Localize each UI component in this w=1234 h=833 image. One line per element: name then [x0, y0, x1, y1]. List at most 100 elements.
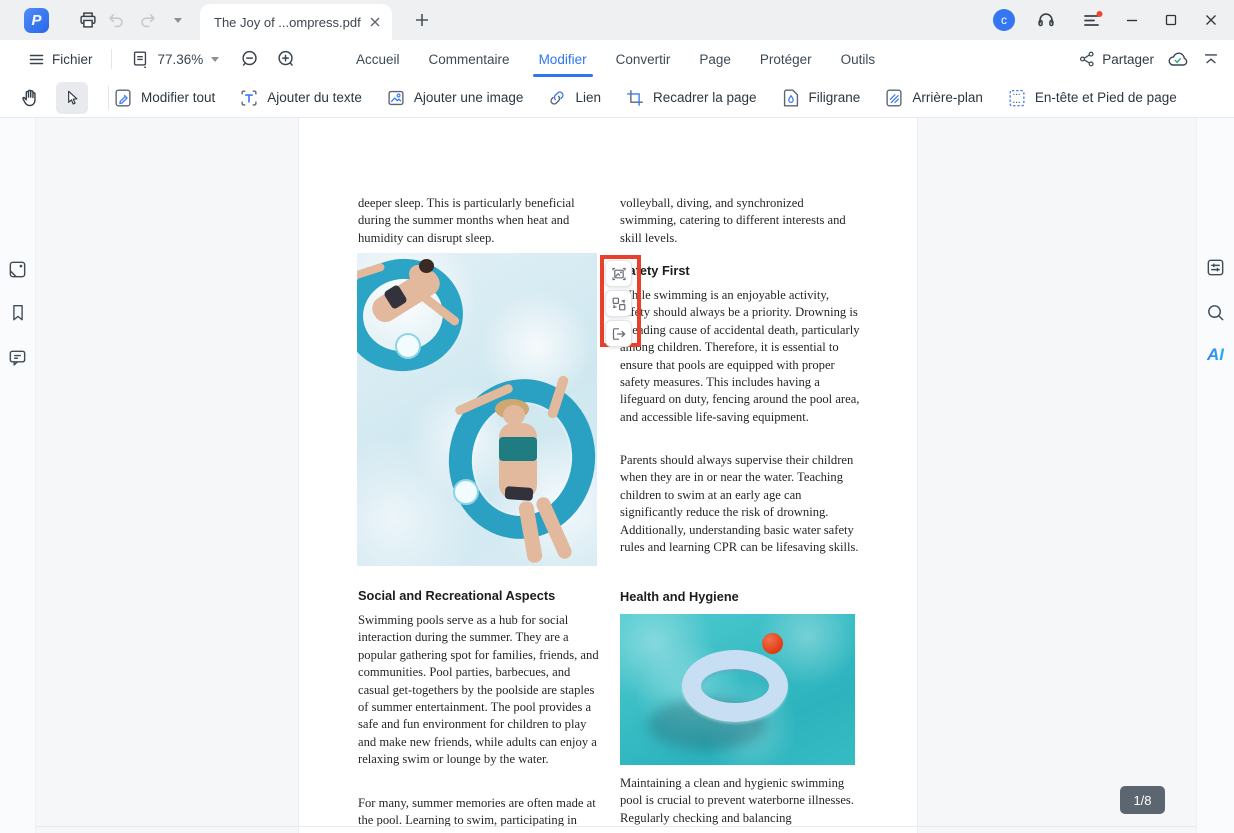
extract-image-button[interactable]: [605, 320, 632, 347]
menu-page[interactable]: Page: [699, 52, 731, 67]
paragraph: Maintaining a clean and hygienic swimmin…: [620, 775, 860, 827]
ai-panel-button[interactable]: AI: [1205, 344, 1227, 366]
edit-all-label: Modifier tout: [141, 90, 215, 105]
chevron-down-icon: [174, 18, 182, 23]
paragraph: Swimming pools serve as a hub for social…: [358, 612, 602, 769]
main-menu-button[interactable]: [1080, 8, 1104, 32]
divider: [111, 49, 112, 69]
link-label: Lien: [575, 90, 601, 105]
paragraph: For many, summer memories are often made…: [358, 795, 602, 830]
comments-panel-button[interactable]: [7, 346, 29, 368]
search-panel-button[interactable]: [1205, 301, 1227, 323]
edit-all-icon: [112, 87, 134, 109]
add-text-label: Ajouter du texte: [267, 90, 362, 105]
doc-heading: Social and Recreational Aspects: [358, 588, 555, 603]
collapse-icon: [1202, 50, 1220, 68]
page-fit-button[interactable]: [130, 49, 150, 69]
hamburger-icon: [28, 51, 45, 68]
add-image-icon: [385, 87, 407, 109]
share-button[interactable]: Partager: [1078, 50, 1154, 68]
history-dropdown[interactable]: [166, 8, 190, 32]
link-button[interactable]: Lien: [546, 87, 601, 109]
extract-image-icon: [611, 326, 627, 342]
divider: [36, 826, 1196, 827]
select-tool-button[interactable]: [56, 82, 88, 114]
paragraph: volleyball, diving, and synchronized swi…: [620, 195, 860, 247]
edit-all-button[interactable]: Modifier tout: [112, 87, 215, 109]
menubar: Fichier 77.36% Accueil: [0, 40, 1234, 78]
watermark-icon: [780, 87, 802, 109]
main-menus: Accueil Commentaire Modifier Convertir P…: [356, 40, 875, 78]
undo-button[interactable]: [104, 8, 128, 32]
zoom-in-button[interactable]: [275, 48, 297, 70]
document-area[interactable]: deeper sleep. This is particularly benef…: [36, 118, 1196, 833]
replace-image-icon: [611, 266, 627, 282]
zoom-out-button[interactable]: [239, 48, 261, 70]
crop-page-icon: [624, 87, 646, 109]
zoom-level-value[interactable]: 77.36%: [158, 52, 204, 67]
zoom-in-icon: [275, 48, 297, 70]
figure-hair: [419, 259, 434, 273]
headset-icon: [1035, 9, 1057, 31]
header-footer-icon: [1006, 87, 1028, 109]
app-logo-icon[interactable]: P: [24, 8, 49, 33]
page-indicator: 1/8: [1120, 786, 1165, 814]
menu-accueil[interactable]: Accueil: [356, 52, 400, 67]
redo-button[interactable]: [136, 8, 160, 32]
background-icon: [883, 87, 905, 109]
menu-outils[interactable]: Outils: [841, 52, 876, 67]
maximize-button[interactable]: [1157, 8, 1185, 32]
left-panel-rail: [0, 118, 36, 833]
hand-tool-button[interactable]: [14, 82, 46, 114]
watermark-button[interactable]: Filigrane: [780, 87, 861, 109]
cloud-sync-button[interactable]: [1166, 48, 1190, 70]
paragraph: deeper sleep. This is particularly benef…: [358, 195, 602, 247]
swimsuit: [499, 437, 537, 461]
redo-icon: [137, 9, 159, 31]
menu-convertir[interactable]: Convertir: [616, 52, 671, 67]
right-panel-rail: AI: [1196, 118, 1234, 833]
pool-photo-ring-and-ball[interactable]: [620, 614, 855, 765]
menu-commentaire[interactable]: Commentaire: [429, 52, 510, 67]
printer-icon: [77, 9, 99, 31]
swap-image-icon: [611, 296, 627, 312]
replace-image-button[interactable]: [605, 260, 632, 287]
support-button[interactable]: [1034, 8, 1058, 32]
add-image-label: Ajouter une image: [414, 90, 524, 105]
add-text-icon: [238, 87, 260, 109]
share-icon: [1078, 50, 1096, 68]
page-fit-icon: [130, 49, 150, 69]
new-tab-button[interactable]: [410, 8, 434, 32]
background-label: Arrière-plan: [912, 90, 983, 105]
thumbnails-panel-button[interactable]: [7, 258, 29, 280]
tab-title: The Joy of ...ompress.pdf: [214, 15, 368, 30]
pool-photo-women-on-tubes[interactable]: [357, 253, 597, 566]
minimize-button[interactable]: [1118, 8, 1146, 32]
bookmarks-panel-button[interactable]: [7, 301, 29, 323]
tube-logo: [453, 479, 479, 505]
menu-proteger[interactable]: Protéger: [760, 52, 812, 67]
tube-logo: [395, 333, 421, 359]
menu-modifier[interactable]: Modifier: [539, 52, 587, 67]
file-menu-button[interactable]: Fichier: [28, 51, 93, 68]
add-text-button[interactable]: Ajouter du texte: [238, 87, 362, 109]
swap-image-button[interactable]: [605, 290, 632, 317]
cloud-check-icon: [1166, 48, 1190, 70]
collapse-toolbar-button[interactable]: [1202, 50, 1220, 68]
account-avatar[interactable]: c: [993, 9, 1015, 31]
minimize-icon: [1125, 13, 1139, 27]
header-footer-button[interactable]: En-tête et Pied de page: [1006, 87, 1177, 109]
crop-page-button[interactable]: Recadrer la page: [624, 87, 757, 109]
add-image-button[interactable]: Ajouter une image: [385, 87, 524, 109]
properties-panel-button[interactable]: [1205, 256, 1227, 278]
print-button[interactable]: [76, 8, 100, 32]
link-icon: [546, 87, 568, 109]
figure-head: [503, 405, 525, 425]
document-tab[interactable]: The Joy of ...ompress.pdf: [200, 4, 392, 40]
close-window-button[interactable]: [1197, 8, 1225, 32]
background-button[interactable]: Arrière-plan: [883, 87, 983, 109]
close-tab-icon[interactable]: [368, 15, 382, 29]
image-selection-box[interactable]: [600, 255, 641, 347]
zoom-dropdown-icon[interactable]: [211, 57, 219, 62]
watermark-label: Filigrane: [809, 90, 861, 105]
